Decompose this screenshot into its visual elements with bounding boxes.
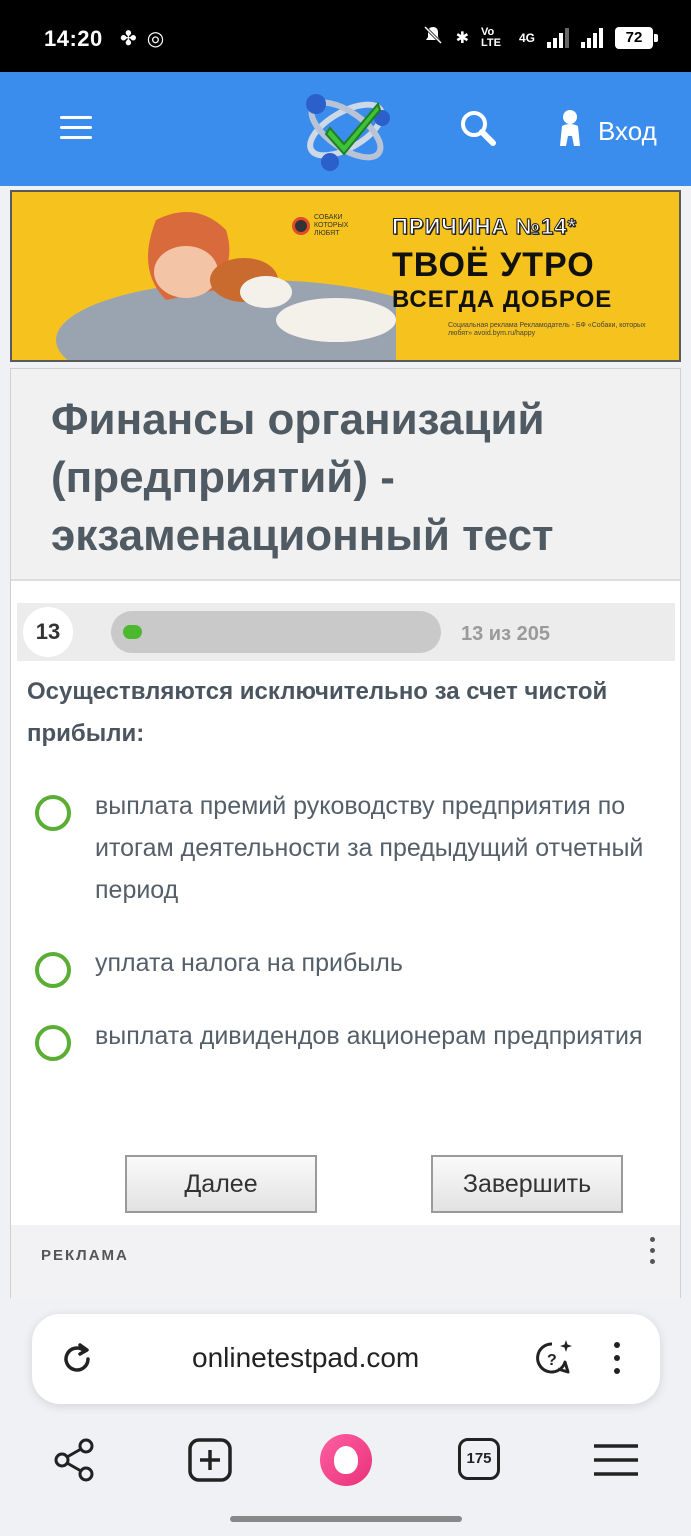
site-logo[interactable]: [296, 82, 396, 174]
tabs-count-button[interactable]: 175: [458, 1438, 500, 1480]
answer-option[interactable]: выплата дивидендов акционерам предприяти…: [35, 1015, 655, 1061]
login-label: Вход: [598, 116, 657, 146]
ad-banner[interactable]: СОБАКИ КОТОРЫХ ЛЮБЯТ ПРИЧИНА №14* ТВОЁ У…: [10, 190, 681, 362]
voice-assistant-button[interactable]: [320, 1434, 372, 1486]
answer-option[interactable]: выплата премий руководству предприятия п…: [35, 785, 655, 911]
radio-button[interactable]: [35, 1025, 71, 1061]
menu-icon[interactable]: [60, 116, 92, 140]
banner-disclaimer: Социальная реклама Рекламодатель - БФ «С…: [448, 322, 646, 337]
finish-button[interactable]: Завершить: [431, 1155, 623, 1213]
charity-logo: СОБАКИ КОТОРЫХ ЛЮБЯТ: [292, 214, 362, 238]
ad-label: РЕКЛАМА: [41, 1247, 129, 1264]
status-bar: 14:20 ✤ ◎ ✱ Vo LTE 4G 72: [0, 0, 691, 72]
new-tab-icon[interactable]: [186, 1436, 234, 1484]
address-bar[interactable]: onlinetestpad.com ?: [32, 1314, 660, 1404]
notification-icons: ✤ ◎: [120, 26, 164, 51]
status-time: 14:20: [44, 26, 103, 51]
next-button[interactable]: Далее: [125, 1155, 317, 1213]
sync-icon: ◎: [146, 28, 165, 50]
url-text[interactable]: onlinetestpad.com: [192, 1342, 419, 1374]
signal-2-icon: [581, 27, 603, 48]
progress-text: 13 из 205: [461, 623, 550, 645]
progress-bar: [111, 611, 441, 653]
ad-more-icon[interactable]: [646, 1237, 658, 1273]
banner-headline-1: ТВОЁ УТРО: [392, 246, 595, 284]
app-notification-icon: ✤: [120, 28, 137, 50]
question-text: Осуществляются исключительно за счет чис…: [27, 678, 608, 747]
answer-option[interactable]: уплата налога на прибыль: [35, 942, 655, 988]
login-button[interactable]: Вход: [556, 108, 657, 155]
assistant-icon[interactable]: ?: [532, 1338, 574, 1380]
share-icon[interactable]: [52, 1436, 100, 1484]
test-title-area: Финансы организаций (предприятий) - экза…: [11, 369, 680, 581]
answer-option-text: уплата налога на прибыль: [95, 949, 403, 977]
battery-icon: 72: [615, 26, 658, 49]
progress-row: 13 13 из 205: [17, 603, 675, 661]
site-header: Вход: [0, 72, 691, 186]
radio-button[interactable]: [35, 795, 71, 831]
bluetooth-icon: ✱: [455, 29, 469, 47]
browser-menu-icon[interactable]: [592, 1436, 640, 1484]
status-icons: ✱ Vo LTE 4G 72: [422, 24, 658, 51]
user-icon: [556, 108, 584, 155]
radio-button[interactable]: [35, 952, 71, 988]
banner-headline-2: ВСЕГДА ДОБРОЕ: [392, 286, 613, 313]
progress-fill: [123, 625, 142, 639]
answer-option-text: выплата премий руководству предприятия п…: [95, 792, 644, 904]
test-card: Финансы организаций (предприятий) - экза…: [10, 368, 681, 1299]
browser-bottom-bar: onlinetestpad.com ? 175: [0, 1298, 691, 1536]
ad-section: РЕКЛАМА: [11, 1225, 680, 1299]
answer-option-text: выплата дивидендов акционерам предприяти…: [95, 1022, 643, 1050]
signal-icon: [547, 27, 569, 48]
test-title: Финансы организаций (предприятий) - экза…: [51, 395, 554, 560]
svg-text:?: ?: [547, 1352, 557, 1369]
search-icon[interactable]: [458, 108, 498, 148]
banner-reason: ПРИЧИНА №14*: [391, 214, 578, 240]
volte-label: Vo LTE: [480, 25, 501, 49]
more-options-icon[interactable]: [614, 1342, 622, 1378]
charity-logo-text: СОБАКИ КОТОРЫХ ЛЮБЯТ: [314, 214, 349, 237]
question-number: 13: [23, 607, 73, 657]
network-type: 4G: [518, 30, 535, 45]
reload-icon[interactable]: [60, 1342, 94, 1376]
home-indicator[interactable]: [230, 1516, 462, 1522]
mute-icon: [422, 24, 444, 51]
